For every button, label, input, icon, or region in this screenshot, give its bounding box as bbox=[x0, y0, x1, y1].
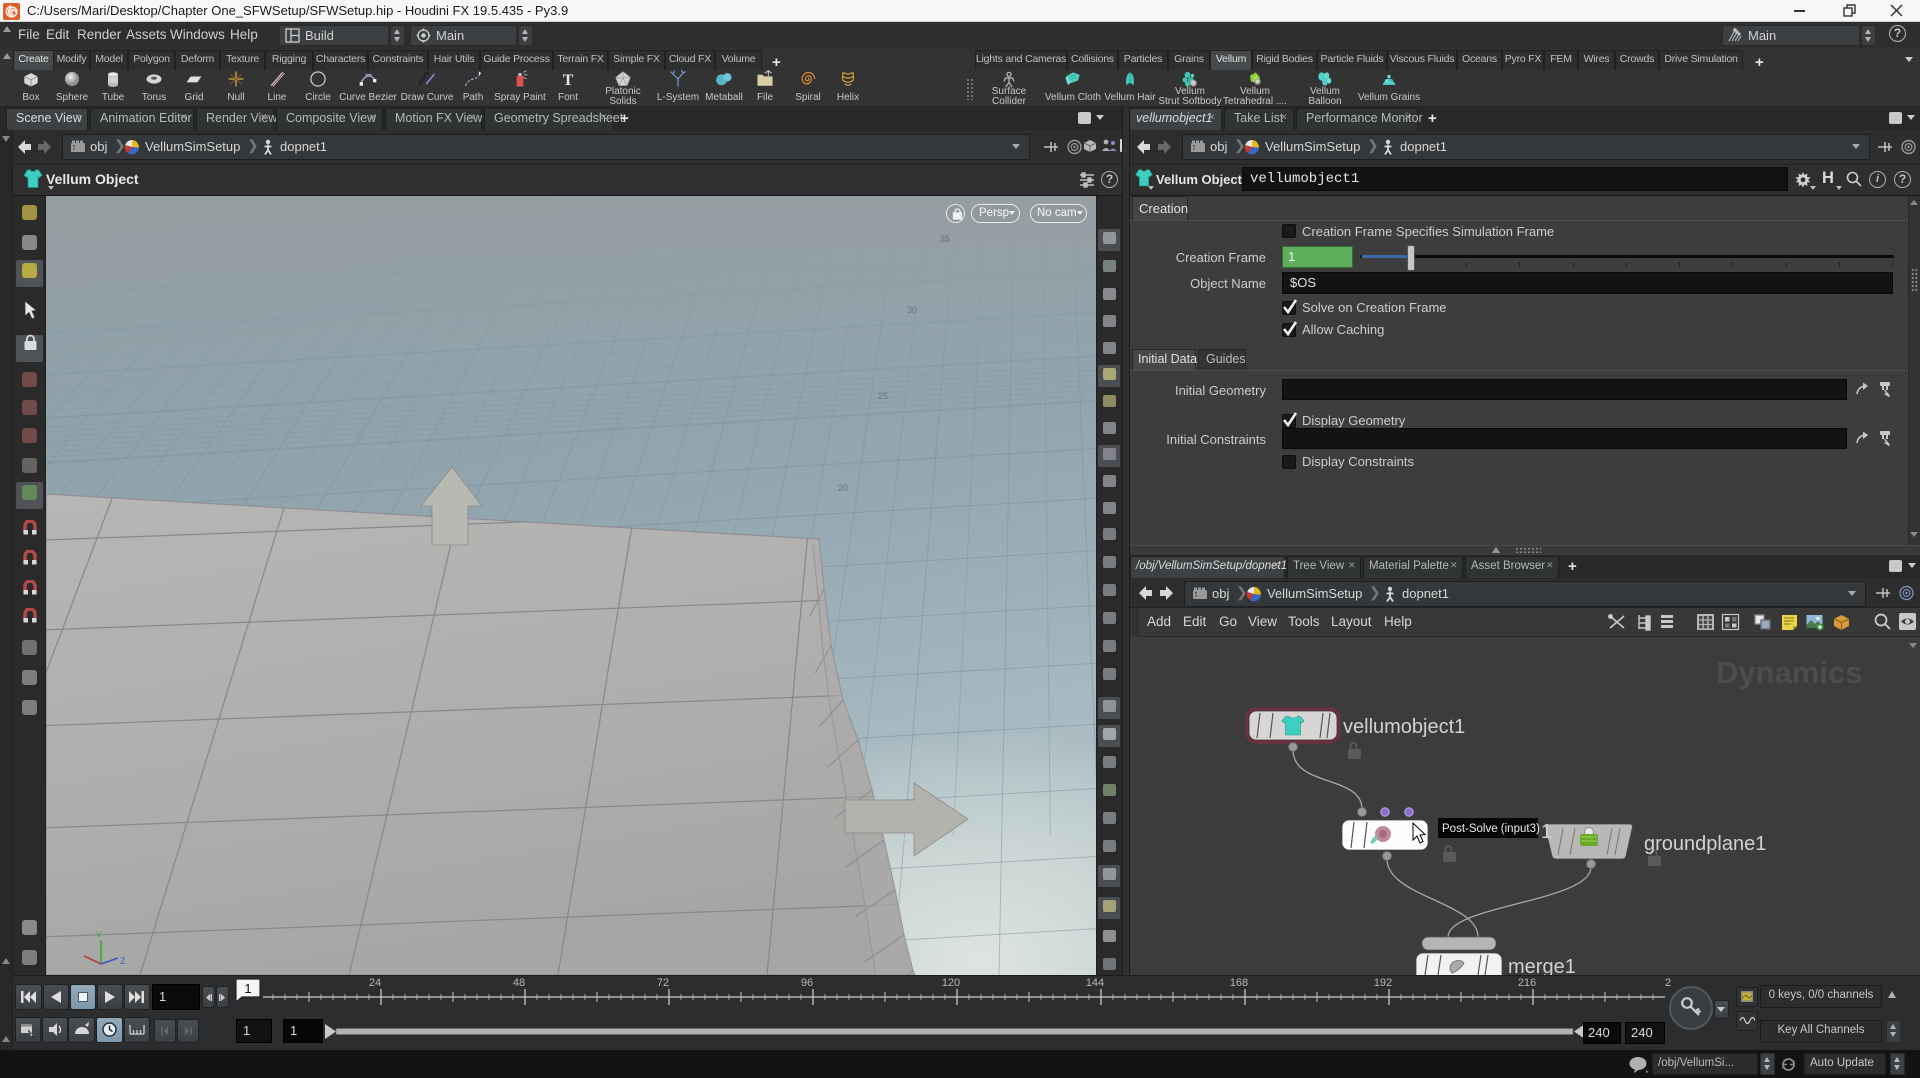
svg-text:216: 216 bbox=[1518, 977, 1536, 989]
svg-text:35: 35 bbox=[940, 234, 950, 244]
svg-text:groundplane1: groundplane1 bbox=[1644, 833, 1766, 855]
svg-text:168: 168 bbox=[1230, 977, 1248, 989]
svg-text:120: 120 bbox=[942, 977, 960, 989]
svg-text:48: 48 bbox=[513, 977, 525, 989]
svg-text:Y: Y bbox=[96, 930, 102, 940]
svg-text:1: 1 bbox=[1541, 821, 1552, 843]
svg-text:Z: Z bbox=[120, 956, 126, 966]
svg-text:2: 2 bbox=[1665, 977, 1671, 989]
svg-text:96: 96 bbox=[801, 977, 813, 989]
svg-text:Post-Solve (input3): Post-Solve (input3) bbox=[1442, 823, 1540, 835]
svg-text:merge1: merge1 bbox=[1508, 956, 1576, 975]
svg-text:20: 20 bbox=[838, 483, 848, 493]
svg-text:Dynamics: Dynamics bbox=[1716, 655, 1862, 690]
svg-text:30: 30 bbox=[907, 305, 917, 315]
svg-text:25: 25 bbox=[878, 391, 888, 401]
svg-text:192: 192 bbox=[1374, 977, 1392, 989]
svg-text:1: 1 bbox=[244, 981, 251, 996]
svg-text:144: 144 bbox=[1086, 977, 1104, 989]
svg-text:24: 24 bbox=[369, 977, 381, 989]
svg-text:72: 72 bbox=[657, 977, 669, 989]
svg-text:vellumobject1: vellumobject1 bbox=[1343, 716, 1465, 738]
